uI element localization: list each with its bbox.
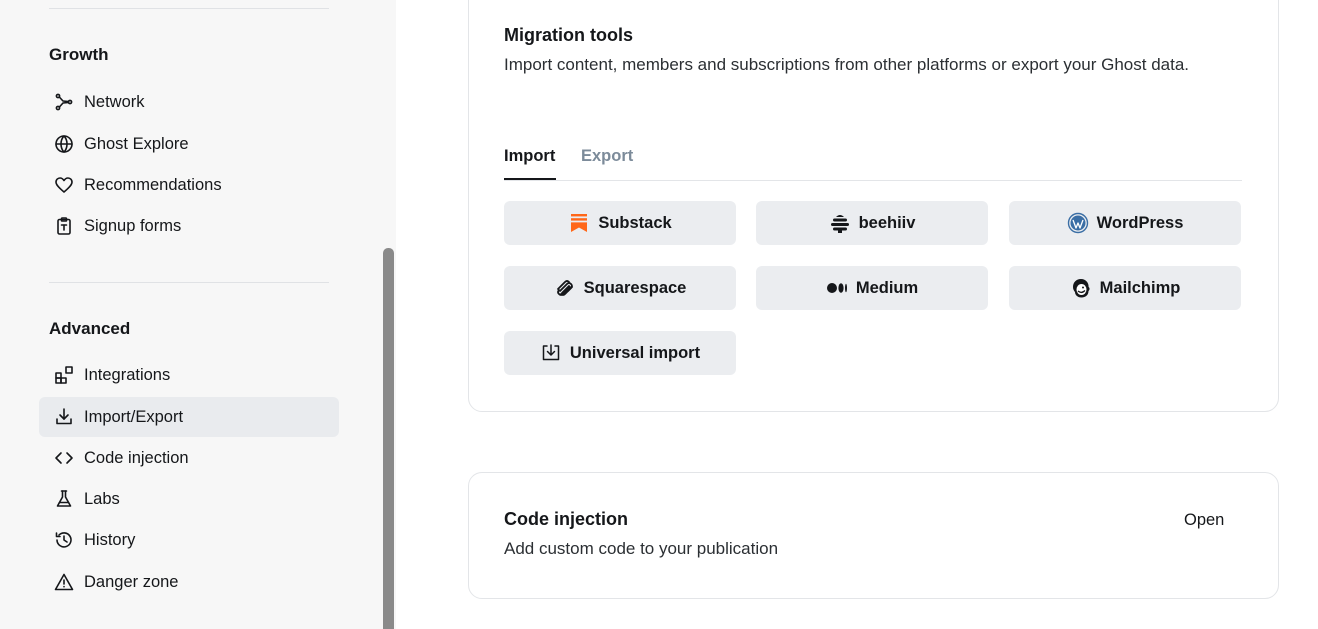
button-label: WordPress	[1096, 213, 1184, 232]
sidebar-item-signup-forms[interactable]: Signup forms	[39, 206, 339, 246]
globe-icon	[53, 133, 75, 155]
sidebar-item-label: Integrations	[84, 365, 171, 384]
sidebar-item-network[interactable]: Network	[39, 82, 339, 122]
wordpress-import-button[interactable]: WordPress	[1009, 201, 1241, 245]
tab-export[interactable]: Export	[581, 147, 633, 166]
mailchimp-icon	[1070, 277, 1092, 299]
flask-icon	[53, 488, 75, 510]
code-injection-title: Code injection	[504, 509, 629, 529]
sidebar-item-label: Labs	[84, 489, 120, 508]
code-icon	[53, 447, 75, 469]
integrations-icon	[53, 364, 75, 386]
clipboard-icon	[53, 215, 75, 237]
substack-icon	[568, 212, 590, 234]
sidebar-item-label: Network	[84, 92, 145, 111]
sidebar-item-code-injection[interactable]: Code injection	[39, 438, 339, 478]
sidebar-scrollbar[interactable]	[383, 248, 394, 629]
migration-tools-title: Migration tools	[504, 25, 633, 45]
sidebar-item-recommendations[interactable]: Recommendations	[39, 165, 339, 205]
wordpress-icon	[1067, 212, 1089, 234]
history-icon	[53, 529, 75, 551]
sidebar-item-history[interactable]: History	[39, 520, 339, 560]
button-label: Substack	[598, 213, 672, 232]
button-label: Medium	[855, 278, 919, 297]
download-icon	[53, 406, 75, 428]
code-injection-description: Add custom code to your publication	[504, 539, 779, 558]
settings-sidebar: Growth Network Ghost Explore Recommendat…	[0, 0, 396, 629]
button-label: Mailchimp	[1099, 278, 1181, 297]
sidebar-item-ghost-explore[interactable]: Ghost Explore	[39, 124, 339, 164]
button-label: beehiiv	[858, 213, 916, 232]
beehiiv-icon	[829, 212, 851, 234]
network-icon	[53, 91, 75, 113]
heart-icon	[53, 174, 75, 196]
sidebar-item-labs[interactable]: Labs	[39, 479, 339, 519]
sidebar-item-import-export[interactable]: Import/Export	[39, 397, 339, 437]
sidebar-item-label: Danger zone	[84, 572, 179, 591]
button-label: Universal import	[569, 343, 701, 362]
sidebar-item-label: Signup forms	[84, 216, 182, 235]
section-title-growth: Growth	[49, 45, 109, 64]
substack-import-button[interactable]: Substack	[504, 201, 736, 245]
squarespace-import-button[interactable]: Squarespace	[504, 266, 736, 310]
medium-icon	[826, 277, 848, 299]
tabs-divider	[504, 180, 1242, 181]
active-tab-indicator	[504, 178, 556, 180]
warning-icon	[53, 571, 75, 593]
sidebar-item-label: Code injection	[84, 448, 189, 467]
universal-import-button[interactable]: Universal import	[504, 331, 736, 375]
code-injection-open-button[interactable]: Open	[1184, 511, 1224, 530]
migration-tools-description: Import content, members and subscription…	[504, 55, 1190, 74]
sidebar-item-danger-zone[interactable]: Danger zone	[39, 562, 339, 602]
tab-import[interactable]: Import	[504, 147, 555, 166]
squarespace-icon	[554, 277, 576, 299]
section-title-advanced: Advanced	[49, 319, 131, 338]
medium-import-button[interactable]: Medium	[756, 266, 988, 310]
sidebar-item-label: History	[84, 530, 136, 549]
sidebar-divider	[49, 282, 329, 283]
import-icon	[540, 342, 562, 364]
beehiiv-import-button[interactable]: beehiiv	[756, 201, 988, 245]
sidebar-item-label: Import/Export	[84, 407, 184, 426]
sidebar-item-integrations[interactable]: Integrations	[39, 355, 339, 395]
button-label: Squarespace	[583, 278, 687, 297]
mailchimp-import-button[interactable]: Mailchimp	[1009, 266, 1241, 310]
sidebar-item-label: Ghost Explore	[84, 134, 189, 153]
sidebar-item-label: Recommendations	[84, 175, 222, 194]
sidebar-divider	[49, 8, 329, 9]
